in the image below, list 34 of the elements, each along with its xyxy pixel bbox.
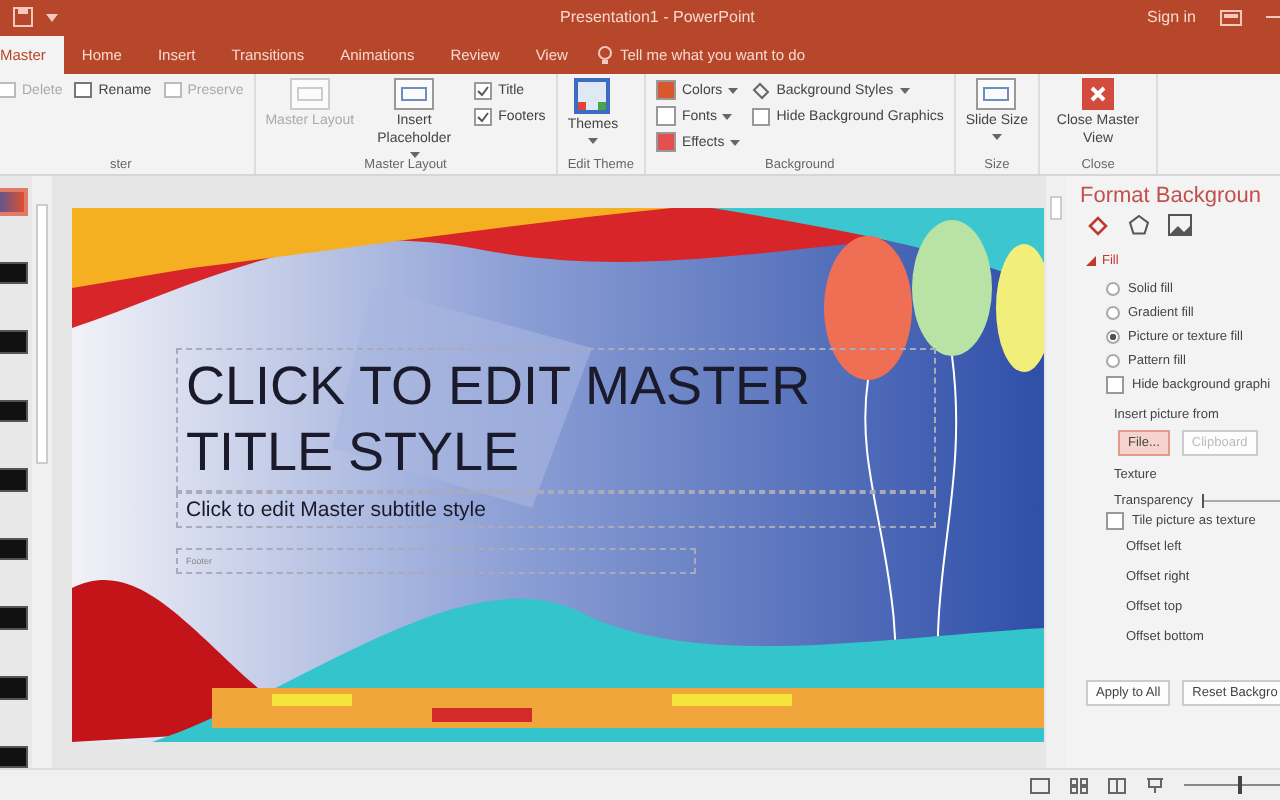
scrollbar[interactable]: [32, 176, 52, 768]
grid-view-icon[interactable]: [1070, 777, 1088, 793]
slide-thumbnail[interactable]: [0, 330, 28, 354]
slide-thumbnail[interactable]: [0, 261, 28, 285]
presenter-icon[interactable]: [1146, 777, 1164, 793]
subtitle-placeholder[interactable]: Click to edit Master subtitle style: [176, 492, 936, 528]
dropdown-icon[interactable]: [46, 13, 58, 21]
window-title: Presentation1 - PowerPoint: [560, 8, 755, 26]
slide-thumbnail[interactable]: [0, 188, 28, 216]
slide-icon: [74, 82, 93, 98]
book-icon[interactable]: [1108, 777, 1126, 793]
pentagon-icon[interactable]: [1128, 214, 1150, 236]
slide-thumbnail[interactable]: [0, 675, 28, 699]
slide-thumbnail[interactable]: [0, 537, 28, 561]
slide-thumbnail[interactable]: [0, 745, 28, 769]
scrollbar[interactable]: [1046, 176, 1066, 768]
slide-thumbnail[interactable]: [0, 399, 28, 423]
caret-icon: [728, 87, 739, 93]
sign-in-link[interactable]: Sign in: [1147, 8, 1196, 26]
notes-icon[interactable]: [1030, 777, 1050, 793]
save-icon[interactable]: [12, 6, 34, 28]
caret-icon: [899, 87, 910, 93]
caret-icon: [730, 139, 741, 145]
themes-icon: [574, 78, 611, 114]
slide-thumbnail[interactable]: [0, 606, 28, 630]
ribbon-display-icon[interactable]: [1220, 9, 1242, 25]
image-icon[interactable]: [1168, 214, 1192, 236]
title-placeholder[interactable]: CLICK TO EDIT MASTER TITLE STYLE: [176, 348, 936, 492]
lightbulb-icon: [597, 45, 612, 65]
caret-icon: [722, 113, 733, 119]
pane-title: Format Backgroun: [1080, 184, 1263, 208]
minimize-icon[interactable]: [1266, 15, 1280, 19]
slide-icon: [163, 82, 182, 98]
slide-thumbnail[interactable]: [0, 468, 28, 492]
